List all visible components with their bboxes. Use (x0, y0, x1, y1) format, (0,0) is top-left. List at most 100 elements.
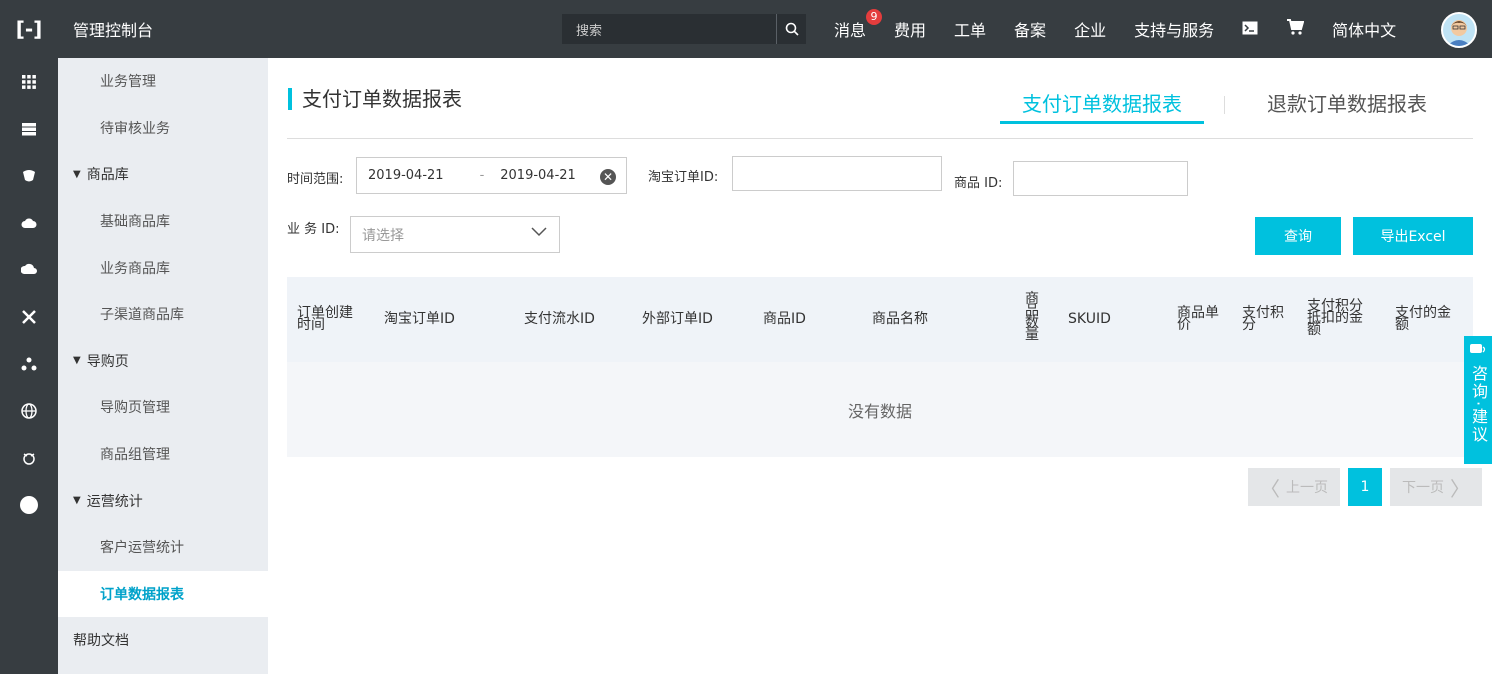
nav-messages-label: 消息 (834, 21, 867, 40)
feedback-label: 咨询·建议 (1469, 365, 1488, 445)
globe-icon[interactable] (0, 387, 58, 434)
chevron-down-icon (531, 225, 547, 241)
cart-icon[interactable] (1286, 19, 1305, 39)
messages-badge: 9 (866, 9, 883, 25)
nav-support[interactable]: 支持与服务 (1134, 17, 1214, 41)
cloud-icon[interactable] (0, 199, 58, 246)
tab-divider (1224, 96, 1225, 114)
nav-icp[interactable]: 备案 (1014, 17, 1046, 41)
prev-page-label: 上一页 (1286, 480, 1328, 496)
sidebar-item-order-report[interactable]: 订单数据报表 (58, 570, 268, 618)
feedback-widget[interactable]: 咨询·建议 (1464, 336, 1492, 464)
sidebar-item-product-group[interactable]: 商品组管理 (58, 431, 268, 478)
divider (287, 138, 1473, 139)
nav-messages[interactable]: 消息 9 (834, 9, 883, 41)
language-switch[interactable]: 简体中文 (1332, 17, 1396, 41)
chevron-right-icon: 〉 (1450, 476, 1470, 501)
sidebar-item-label: 基础商品库 (100, 214, 170, 231)
sidebar-item-business-manage[interactable]: 业务管理 (58, 58, 268, 105)
search-bar[interactable]: 搜索 (562, 14, 806, 44)
date-start[interactable]: 2019-04-21 (368, 168, 444, 183)
col-paid-points[interactable]: 支付积分 (1242, 306, 1286, 332)
sidebar-item-label: 业务商品库 (100, 260, 170, 277)
sidebar-item-label: 导购页 (86, 353, 129, 370)
col-payment-serial-id[interactable]: 支付流水ID (524, 312, 595, 326)
next-page-label: 下一页 (1402, 480, 1444, 496)
order-table: 订单创建时间 淘宝订单ID 支付流水ID 外部订单ID 商品ID 商品名称 商品… (287, 277, 1473, 457)
search-input[interactable]: 搜索 (562, 20, 776, 39)
sidebar-item-customer-stats[interactable]: 客户运营统计 (58, 524, 268, 571)
side-menu: 业务管理 待审核业务 ▼ 商品库 基础商品库 业务商品库 子渠道商品库 ▼ 导购页 … (58, 58, 268, 674)
sidebar-item-label: 导购页管理 (100, 400, 170, 417)
cloud-alt-icon[interactable] (0, 246, 58, 293)
main-content: 支付订单数据报表 支付订单数据报表 退款订单数据报表 时间范围: 2019-04… (268, 58, 1492, 674)
page-title: 支付订单数据报表 (288, 88, 462, 110)
business-id-label: 业 务 ID: (287, 222, 340, 237)
search-icon[interactable] (776, 14, 806, 44)
cross-icon[interactable] (0, 293, 58, 340)
col-paid-amount[interactable]: 支付的金额 (1395, 306, 1453, 332)
table-header: 订单创建时间 淘宝订单ID 支付流水ID 外部订单ID 商品ID 商品名称 商品… (287, 277, 1473, 362)
col-external-order-id[interactable]: 外部订单ID (642, 312, 713, 326)
sidebar-item-help-docs[interactable]: 帮助文档 (58, 617, 268, 664)
date-end[interactable]: 2019-04-21 (500, 168, 576, 183)
sidebar-item-label: 待审核业务 (100, 120, 170, 137)
col-points-deduction[interactable]: 支付积分抵扣的金额 (1307, 299, 1365, 337)
product-id-label: 商品 ID: (954, 176, 1003, 191)
sidebar-item-guide-manage[interactable]: 导购页管理 (58, 384, 268, 431)
sidebar-group-operations[interactable]: ▼ 运营统计 (58, 477, 268, 524)
col-product-quantity[interactable]: 商品数量 (1025, 292, 1039, 342)
prev-page-button[interactable]: 〈 上一页 (1248, 468, 1340, 506)
console-title[interactable]: 管理控制台 (73, 17, 153, 41)
chat-icon (1469, 342, 1487, 361)
aliyun-logo-icon[interactable]: [-] (0, 0, 58, 58)
time-range-label: 时间范围: (287, 172, 344, 187)
brain-icon[interactable] (0, 152, 58, 199)
top-bar: [-] 管理控制台 搜索 消息 9 费用 工单 备案 企业 支持与服务 简体中文 (0, 0, 1492, 58)
next-page-button[interactable]: 下一页 〉 (1390, 468, 1482, 506)
sidebar-item-label: 订单数据报表 (100, 586, 184, 603)
sidebar-item-label: 帮助文档 (73, 633, 129, 650)
taobao-order-id-input[interactable] (732, 156, 942, 191)
sidebar-item-label: 商品库 (86, 167, 129, 184)
sidebar-item-label: 客户运营统计 (100, 540, 184, 557)
business-id-select[interactable]: 请选择 (350, 216, 560, 253)
col-unit-price[interactable]: 商品单价 (1177, 306, 1221, 332)
date-range-picker[interactable]: 2019-04-21 - 2019-04-21 ✕ (356, 157, 627, 194)
sidebar-item-subchannel-products[interactable]: 子渠道商品库 (58, 291, 268, 338)
chevron-left-icon: 〈 (1260, 476, 1280, 501)
sidebar-group-guide-page[interactable]: ▼ 导购页 (58, 338, 268, 385)
user-avatar[interactable] (1441, 12, 1477, 48)
sidebar-item-business-products[interactable]: 业务商品库 (58, 244, 268, 291)
cluster-icon[interactable] (0, 340, 58, 387)
server-icon[interactable] (0, 105, 58, 152)
circle-icon[interactable] (0, 481, 58, 528)
tab-refund-report[interactable]: 退款订单数据报表 (1245, 84, 1449, 124)
col-skuid[interactable]: SKUID (1068, 312, 1111, 326)
bug-icon[interactable] (0, 434, 58, 481)
product-id-input[interactable] (1013, 161, 1188, 196)
col-product-name[interactable]: 商品名称 (872, 312, 928, 326)
col-order-created[interactable]: 订单创建时间 (297, 306, 357, 332)
nav-tickets[interactable]: 工单 (954, 17, 986, 41)
nav-billing[interactable]: 费用 (894, 17, 926, 41)
pagination: 〈 上一页 1 下一页 〉 (1248, 468, 1482, 506)
terminal-icon[interactable] (1242, 20, 1258, 39)
business-id-placeholder: 请选择 (362, 227, 404, 244)
sidebar-group-product-library[interactable]: ▼ 商品库 (58, 151, 268, 198)
page-1-button[interactable]: 1 (1348, 468, 1382, 506)
col-taobao-order-id[interactable]: 淘宝订单ID (384, 312, 455, 326)
tab-payment-report[interactable]: 支付订单数据报表 (1000, 84, 1204, 124)
caret-down-icon: ▼ (73, 355, 81, 367)
clear-icon[interactable]: ✕ (600, 169, 616, 185)
sidebar-item-pending-review[interactable]: 待审核业务 (58, 105, 268, 152)
sidebar-item-label: 商品组管理 (100, 447, 170, 464)
col-product-id[interactable]: 商品ID (763, 312, 806, 326)
query-button[interactable]: 查询 (1255, 217, 1341, 255)
nav-enterprise[interactable]: 企业 (1074, 17, 1106, 41)
sidebar-item-label: 子渠道商品库 (100, 307, 184, 324)
sidebar-item-base-products[interactable]: 基础商品库 (58, 198, 268, 245)
grid-icon[interactable] (0, 58, 58, 105)
export-excel-button[interactable]: 导出Excel (1353, 217, 1473, 255)
caret-down-icon: ▼ (73, 495, 81, 507)
